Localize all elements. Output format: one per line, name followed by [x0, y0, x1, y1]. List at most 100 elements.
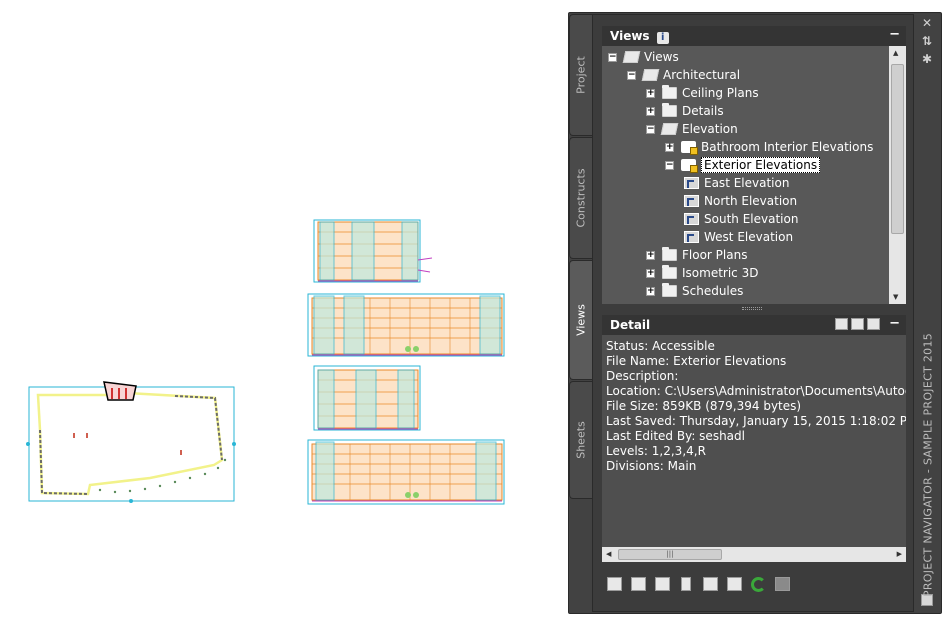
tree-item[interactable]: + Bathroom Interior Elevations [665, 138, 873, 156]
tab-sheets-label: Sheets [574, 421, 588, 459]
tree-item[interactable]: + Isometric 3D [646, 264, 758, 282]
expand-icon[interactable]: + [646, 268, 655, 278]
info-icon[interactable]: i [656, 32, 669, 44]
close-icon [681, 577, 691, 591]
open-button[interactable] [650, 572, 674, 596]
properties-menu-icon[interactable]: ✱ [922, 52, 932, 66]
expand-icon[interactable]: + [646, 106, 655, 116]
tree-item[interactable]: − Architectural [627, 66, 740, 84]
refresh-icon [750, 576, 766, 592]
scroll-up-icon[interactable]: ▲ [893, 49, 898, 57]
open-icon [654, 577, 670, 591]
view-icon [684, 213, 699, 225]
tab-project-label: Project [574, 56, 588, 94]
tab-constructs[interactable]: Constructs [569, 137, 592, 259]
elevation-drawing-2 [307, 293, 505, 357]
repath-button[interactable] [770, 572, 794, 596]
collapse-icon[interactable]: − [627, 70, 636, 80]
detail-content: Status: Accessible File Name: Exterior E… [602, 335, 906, 547]
collapse-icon[interactable]: − [608, 52, 617, 62]
expand-icon[interactable]: + [646, 88, 655, 98]
tree-item-label: South Elevation [704, 212, 799, 226]
tree-item-label: Bathroom Interior Elevations [701, 140, 874, 154]
regenerate-icon [702, 577, 718, 591]
auto-hide-icon[interactable]: ⇅ [922, 34, 932, 48]
folder-icon [662, 247, 677, 261]
open-folder-icon [660, 123, 679, 135]
tree-item[interactable]: + Details [646, 102, 724, 120]
properties-icon [630, 577, 646, 591]
tab-constructs-label: Constructs [574, 168, 588, 228]
h-scroll-thumb[interactable]: ||| [618, 549, 722, 560]
expand-icon[interactable]: + [665, 142, 674, 152]
elevation-drawing-3 [313, 365, 421, 431]
detail-file-name: File Name: Exterior Elevations [606, 354, 787, 368]
detail-description: Description: [606, 369, 679, 383]
folder-icon [662, 103, 677, 117]
refresh-button[interactable] [746, 572, 770, 596]
sheet-icon [726, 577, 742, 591]
close-button[interactable] [674, 572, 698, 596]
views-panel-header: Views i − [602, 26, 906, 46]
sheet-button[interactable] [722, 572, 746, 596]
tree-item[interactable]: West Elevation [684, 228, 793, 246]
scroll-thumb[interactable] [891, 64, 904, 234]
bottom-toolbar [602, 572, 794, 596]
elevation-drawing-1 [313, 219, 433, 283]
tree-item[interactable]: + Ceiling Plans [646, 84, 759, 102]
drawing-graphics [26, 219, 505, 505]
tree-item-label: Elevation [682, 122, 738, 136]
tree-item[interactable]: + Schedules [646, 282, 743, 300]
detail-header-tools [832, 318, 880, 330]
detail-last-edited: Last Edited By: seshadl [606, 429, 745, 443]
detail-horizontal-scrollbar[interactable]: ◀ ||| ▶ [602, 547, 906, 562]
detail-view-icon[interactable] [851, 318, 864, 330]
tree-item-label: Exterior Elevations [701, 157, 821, 173]
close-palette-icon[interactable]: ✕ [922, 16, 932, 30]
expand-icon[interactable]: + [646, 286, 655, 296]
scroll-right-icon[interactable]: ▶ [897, 550, 902, 558]
views-panel-title: Views [610, 29, 650, 43]
repath-icon [774, 577, 790, 591]
tab-project[interactable]: Project [569, 14, 592, 136]
folder-icon [662, 85, 677, 99]
folder-icon [662, 283, 677, 297]
tab-sheets[interactable]: Sheets [569, 381, 592, 499]
view-category-icon [681, 159, 698, 173]
tree-item[interactable]: + Floor Plans [646, 246, 747, 264]
tree-item[interactable]: − Exterior Elevations [665, 156, 821, 174]
collapse-detail-button[interactable]: − [889, 316, 900, 331]
expand-icon[interactable]: + [646, 250, 655, 260]
add-view-button[interactable] [602, 572, 626, 596]
site-plan-drawing [26, 381, 236, 503]
collapse-views-button[interactable]: − [889, 27, 900, 42]
thumbnail-icon[interactable] [867, 318, 880, 330]
tree-item[interactable]: South Elevation [684, 210, 798, 228]
scroll-down-icon[interactable]: ▼ [893, 293, 898, 301]
tree-item-label: Floor Plans [682, 248, 748, 262]
panel-splitter[interactable] [602, 305, 906, 313]
tree-vertical-scrollbar[interactable]: ▲ ▼ [889, 46, 906, 304]
tree-item[interactable]: East Elevation [684, 174, 789, 192]
views-tree[interactable]: − Views − Architectural + Ceiling Plans + Detai… [602, 46, 906, 304]
tree-item-label: Views [644, 50, 679, 64]
preview-icon[interactable] [835, 318, 848, 330]
scroll-left-icon[interactable]: ◀ [606, 550, 611, 558]
add-view-icon [606, 577, 622, 591]
open-folder-icon [641, 69, 660, 81]
properties-button[interactable] [626, 572, 650, 596]
tree-item-label: East Elevation [704, 176, 790, 190]
view-icon [684, 177, 699, 189]
tree-item[interactable]: − Elevation [646, 120, 738, 138]
regenerate-button[interactable] [698, 572, 722, 596]
collapse-icon[interactable]: − [665, 160, 674, 170]
tree-item-label: North Elevation [704, 194, 798, 208]
tab-views[interactable]: Views [569, 260, 592, 380]
collapse-icon[interactable]: − [646, 124, 655, 134]
detail-divisions: Divisions: Main [606, 459, 697, 473]
drawing-canvas[interactable] [0, 0, 570, 626]
splitter-grip[interactable] [742, 307, 762, 310]
tree-item[interactable]: North Elevation [684, 192, 797, 210]
tree-item-label: Details [682, 104, 724, 118]
tree-item[interactable]: − Views [608, 48, 679, 66]
